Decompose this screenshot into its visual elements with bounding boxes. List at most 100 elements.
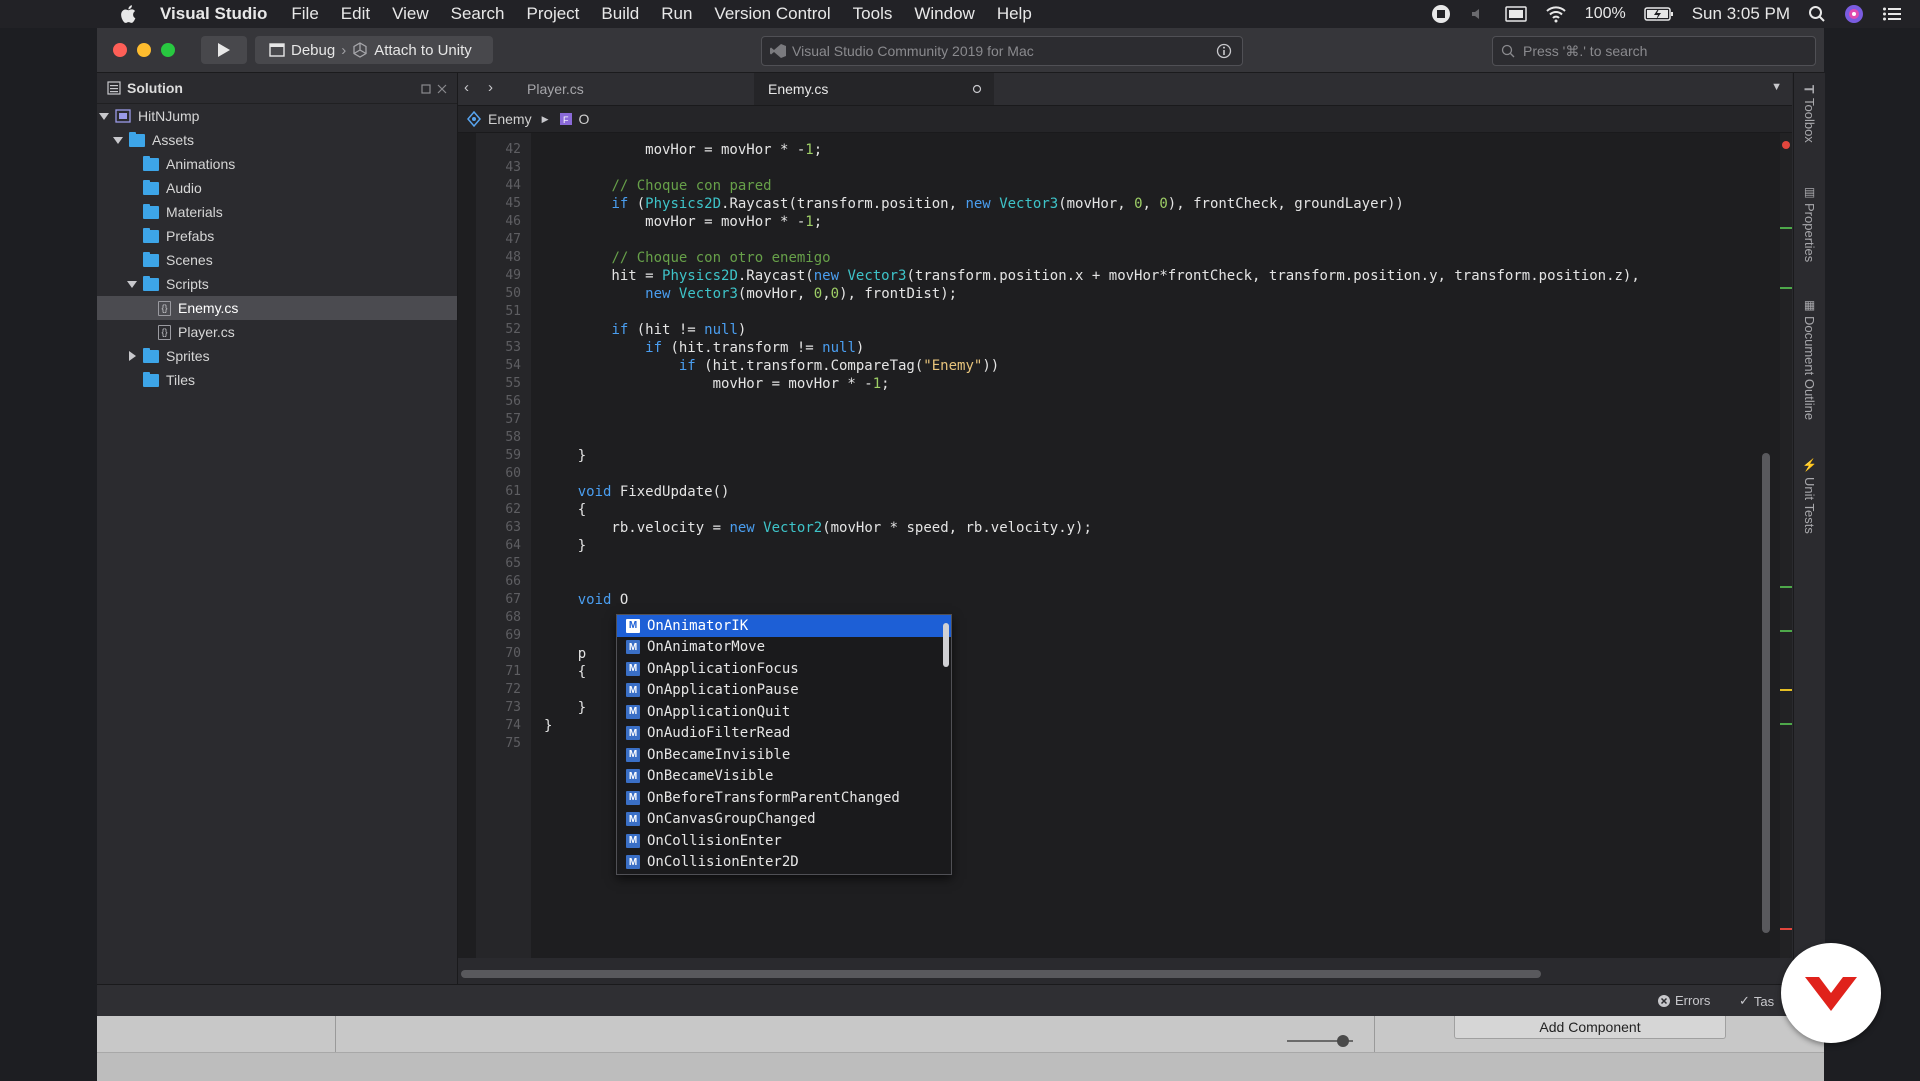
menu-build[interactable]: Build — [601, 4, 639, 24]
tree-item-animations[interactable]: Animations — [97, 152, 457, 176]
menu-edit[interactable]: Edit — [341, 4, 370, 24]
unity-editor-background: Add Component — [97, 1016, 1824, 1081]
folder-icon — [143, 179, 159, 195]
tree-item-prefabs[interactable]: Prefabs — [97, 224, 457, 248]
apple-icon[interactable] — [118, 3, 140, 25]
vertical-scrollbar[interactable] — [1762, 453, 1770, 933]
menu-run[interactable]: Run — [661, 4, 692, 24]
tree-item-player-cs[interactable]: {} Player.cs — [97, 320, 457, 344]
global-search-input[interactable]: Press '⌘.' to search — [1492, 36, 1816, 66]
menu-app-name[interactable]: Visual Studio — [160, 4, 267, 24]
autocomplete-item[interactable]: M OnCollisionEnter — [617, 830, 951, 852]
properties-pad[interactable]: ▤ Properties — [1794, 185, 1825, 285]
autocomplete-item[interactable]: M OnBeforeTransformParentChanged — [617, 787, 951, 809]
autocomplete-item[interactable]: M OnAnimatorIK — [617, 615, 951, 637]
menu-file[interactable]: File — [291, 4, 318, 24]
code-line: movHor = movHor * -1; — [544, 214, 823, 230]
tree-item-tiles[interactable]: Tiles — [97, 368, 457, 392]
right-pads: T Toolbox ▤ Properties ▦ Document Outlin… — [1793, 73, 1825, 984]
close-window-button[interactable] — [113, 43, 127, 57]
tab-overflow-dropdown-icon[interactable]: ▼ — [1771, 81, 1782, 93]
record-stop-icon[interactable] — [1431, 4, 1451, 24]
overview-ruler[interactable] — [1780, 133, 1792, 958]
method-icon: M — [626, 726, 640, 741]
menu-version-control[interactable]: Version Control — [714, 4, 830, 24]
ruler-marker — [1780, 723, 1792, 725]
line-number: 50 — [505, 286, 521, 301]
unsaved-dot-icon[interactable] — [972, 84, 982, 94]
run-configuration-selector[interactable]: Debug › Attach to Unity — [255, 36, 493, 64]
tree-item-assets[interactable]: Assets — [97, 128, 457, 152]
tasks-pad-button[interactable]: ✓ Tas — [1739, 993, 1774, 1009]
dock-icon[interactable] — [421, 84, 431, 94]
tab-label: Player.cs — [527, 81, 584, 97]
add-component-button[interactable]: Add Component — [1454, 1016, 1726, 1039]
zoom-window-button[interactable] — [161, 43, 175, 57]
tree-item-audio[interactable]: Audio — [97, 176, 457, 200]
autocomplete-item[interactable]: M OnAudioFilterRead — [617, 723, 951, 745]
expand-arrow-icon[interactable] — [113, 136, 123, 144]
expand-arrow-icon[interactable] — [127, 280, 137, 288]
error-marker-icon[interactable] — [1782, 141, 1790, 149]
line-number: 74 — [505, 718, 521, 733]
autocomplete-item[interactable]: M OnAnimatorMove — [617, 637, 951, 659]
menubar-clock[interactable]: Sun 3:05 PM — [1692, 4, 1790, 24]
notification-center-icon[interactable] — [1882, 5, 1902, 23]
tab-player-cs[interactable]: Player.cs — [513, 73, 743, 105]
folder-icon — [143, 155, 159, 171]
menu-search[interactable]: Search — [451, 4, 505, 24]
autocomplete-scrollbar[interactable] — [943, 623, 949, 667]
unit-tests-pad[interactable]: ⚡ Unit Tests — [1794, 458, 1825, 548]
tab-enemy-cs[interactable]: Enemy.cs — [754, 73, 994, 105]
wifi-icon[interactable] — [1545, 5, 1567, 23]
csharp-file-icon: {} — [158, 324, 171, 340]
autocomplete-item-label: OnCollisionEnter — [647, 832, 782, 849]
display-icon[interactable] — [1505, 5, 1527, 23]
breadcrumb-member[interactable]: O — [579, 111, 590, 127]
unity-zoom-slider[interactable] — [1287, 1035, 1353, 1047]
tree-item-scenes[interactable]: Scenes — [97, 248, 457, 272]
tree-item-sprites[interactable]: Sprites — [97, 344, 457, 368]
menu-help[interactable]: Help — [997, 4, 1032, 24]
autocomplete-item[interactable]: M OnApplicationFocus — [617, 658, 951, 680]
expand-arrow-icon[interactable] — [99, 112, 109, 120]
slider-knob[interactable] — [1337, 1035, 1349, 1047]
toolbox-pad[interactable]: T Toolbox — [1794, 85, 1825, 155]
spotlight-search-icon[interactable] — [1808, 5, 1826, 23]
menu-window[interactable]: Window — [914, 4, 974, 24]
tree-item-scripts[interactable]: Scripts — [97, 272, 457, 296]
solution-title: Solution — [127, 80, 183, 96]
checkmark-icon: ✓ — [1739, 993, 1750, 1008]
menu-view[interactable]: View — [392, 4, 429, 24]
tree-label: Prefabs — [166, 228, 215, 244]
tree-item-solution[interactable]: HitNJump — [97, 104, 457, 128]
minimize-window-button[interactable] — [137, 43, 151, 57]
method-icon: M — [626, 855, 640, 870]
nav-forward-icon[interactable]: › — [488, 79, 493, 96]
volume-icon[interactable] — [1469, 5, 1487, 23]
close-icon[interactable] — [437, 84, 447, 94]
ide-window: Debug › Attach to Unity Visual Studio Co… — [97, 28, 1825, 1017]
menu-project[interactable]: Project — [527, 4, 580, 24]
autocomplete-item[interactable]: M OnCollisionEnter2D — [617, 852, 951, 874]
autocomplete-item[interactable]: M OnCanvasGroupChanged — [617, 809, 951, 831]
document-outline-pad[interactable]: ▦ Document Outline — [1794, 298, 1825, 448]
line-number: 43 — [505, 160, 521, 175]
tree-item-materials[interactable]: Materials — [97, 200, 457, 224]
autocomplete-item[interactable]: M OnApplicationPause — [617, 680, 951, 702]
tree-item-enemy-cs[interactable]: {} Enemy.cs — [97, 296, 457, 320]
autocomplete-item[interactable]: M OnBecameVisible — [617, 766, 951, 788]
breadcrumb-class[interactable]: Enemy — [488, 111, 532, 127]
info-icon[interactable] — [1216, 43, 1232, 59]
nav-back-icon[interactable]: ‹ — [464, 79, 469, 96]
expand-arrow-icon[interactable] — [129, 351, 136, 361]
autocomplete-item[interactable]: M OnBecameInvisible — [617, 744, 951, 766]
horizontal-scrollbar[interactable] — [461, 970, 1541, 978]
battery-icon[interactable] — [1643, 6, 1674, 22]
line-number: 48 — [505, 250, 521, 265]
autocomplete-item[interactable]: M OnApplicationQuit — [617, 701, 951, 723]
menu-tools[interactable]: Tools — [853, 4, 893, 24]
errors-pad-button[interactable]: Errors — [1657, 993, 1710, 1008]
run-button[interactable] — [201, 36, 247, 64]
siri-icon[interactable] — [1844, 4, 1864, 24]
